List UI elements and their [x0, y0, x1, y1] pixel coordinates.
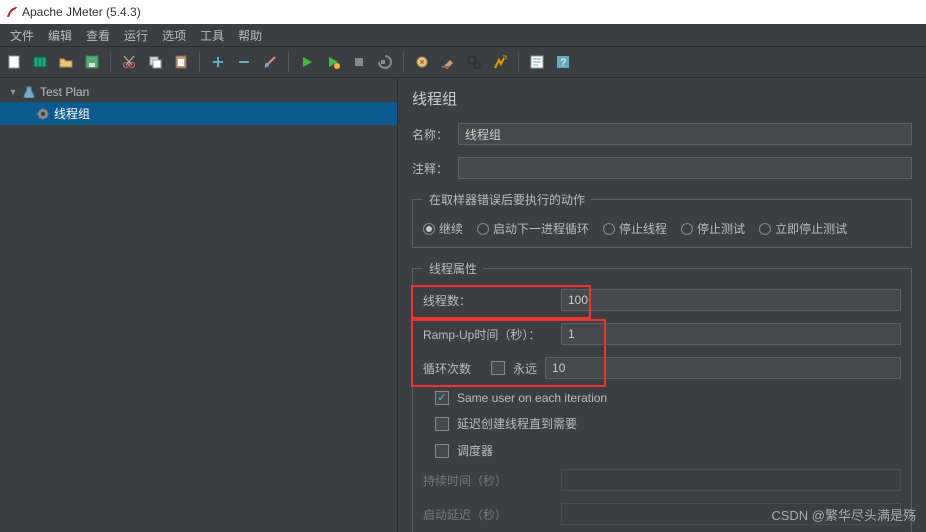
start-icon[interactable]: [297, 52, 317, 72]
tree-root-label: Test Plan: [40, 85, 89, 99]
menu-file[interactable]: 文件: [4, 25, 40, 46]
collapse-icon[interactable]: [234, 52, 254, 72]
loop-label: 循环次数: [423, 360, 483, 377]
menu-view[interactable]: 查看: [80, 25, 116, 46]
threads-label: 线程数：: [423, 292, 553, 309]
error-action-radios: 继续 启动下一进程循环 停止线程 停止测试 立即停止测试: [423, 220, 901, 237]
forever-label: 永远: [513, 360, 537, 377]
help-icon[interactable]: ?: [553, 52, 573, 72]
forever-checkbox[interactable]: [491, 361, 505, 375]
menubar: 文件 编辑 查看 运行 选项 工具 帮助: [0, 24, 926, 46]
separator: [518, 52, 519, 72]
new-icon[interactable]: [4, 52, 24, 72]
templates-icon[interactable]: [30, 52, 50, 72]
thread-group-panel: 线程组 名称： 注释： 在取样器错误后要执行的动作 继续 启动下一进程循环 停止…: [398, 78, 926, 532]
separator: [110, 52, 111, 72]
separator: [403, 52, 404, 72]
window-titlebar: Apache JMeter (5.4.3): [0, 0, 926, 24]
threads-input[interactable]: [561, 289, 901, 311]
toolbar: ?: [0, 46, 926, 78]
radio-stop-now[interactable]: 立即停止测试: [759, 220, 847, 237]
menu-options[interactable]: 选项: [156, 25, 192, 46]
same-user-checkbox[interactable]: [435, 391, 449, 405]
clear-all-icon[interactable]: [438, 52, 458, 72]
comment-label: 注释：: [412, 160, 452, 177]
radio-continue[interactable]: 继续: [423, 220, 463, 237]
thread-props-legend: 线程属性: [423, 260, 483, 277]
radio-start-next[interactable]: 启动下一进程循环: [477, 220, 589, 237]
test-plan-tree: ▾ Test Plan 线程组: [0, 78, 398, 532]
same-user-row: Same user on each iteration: [435, 391, 901, 405]
name-label: 名称：: [412, 126, 452, 143]
name-input[interactable]: [458, 123, 912, 145]
scheduler-row: 调度器: [435, 442, 901, 459]
tree-thread-group[interactable]: 线程组: [0, 102, 397, 125]
comment-input[interactable]: [458, 157, 912, 179]
thread-props-fieldset: 线程属性 线程数： Ramp-Up时间（秒）： 循环次数 永远 Same use…: [412, 260, 912, 532]
error-action-legend: 在取样器错误后要执行的动作: [423, 191, 591, 208]
loop-row: 循环次数 永远: [423, 357, 901, 379]
tree-root[interactable]: ▾ Test Plan: [0, 82, 397, 102]
clear-icon[interactable]: [412, 52, 432, 72]
flask-icon: [22, 85, 36, 99]
separator: [199, 52, 200, 72]
separator: [288, 52, 289, 72]
scheduler-checkbox[interactable]: [435, 444, 449, 458]
tree-thread-group-label: 线程组: [54, 105, 90, 122]
watermark: CSDN @繁华尽头满是殇: [771, 505, 916, 524]
chevron-down-icon[interactable]: ▾: [8, 87, 18, 98]
reset-search-icon[interactable]: [490, 52, 510, 72]
duration-input: [561, 469, 901, 491]
main-area: ▾ Test Plan 线程组 线程组 名称： 注释： 在取样器错误后要执行的动…: [0, 78, 926, 532]
duration-row: 持续时间（秒）: [423, 469, 901, 491]
window-title: Apache JMeter (5.4.3): [22, 5, 141, 19]
scheduler-label: 调度器: [457, 442, 493, 459]
menu-tools[interactable]: 工具: [194, 25, 230, 46]
delay-create-row: 延迟创建线程直到需要: [435, 415, 901, 432]
radio-stop-test[interactable]: 停止测试: [681, 220, 745, 237]
menu-help[interactable]: 帮助: [232, 25, 268, 46]
cut-icon[interactable]: [119, 52, 139, 72]
delay-create-label: 延迟创建线程直到需要: [457, 415, 577, 432]
startup-delay-label: 启动延迟（秒）: [423, 506, 553, 523]
jmeter-icon: [6, 6, 18, 18]
toggle-icon[interactable]: [260, 52, 280, 72]
function-helper-icon[interactable]: [527, 52, 547, 72]
svg-text:?: ?: [560, 57, 566, 69]
stop-icon[interactable]: [349, 52, 369, 72]
menu-run[interactable]: 运行: [118, 25, 154, 46]
menu-edit[interactable]: 编辑: [42, 25, 78, 46]
same-user-label: Same user on each iteration: [457, 391, 607, 405]
expand-icon[interactable]: [208, 52, 228, 72]
radio-stop-thread[interactable]: 停止线程: [603, 220, 667, 237]
search-icon[interactable]: [464, 52, 484, 72]
comment-row: 注释：: [412, 157, 912, 179]
threads-row: 线程数：: [423, 289, 901, 311]
ramp-row: Ramp-Up时间（秒）：: [423, 323, 901, 345]
copy-icon[interactable]: [145, 52, 165, 72]
start-no-timers-icon[interactable]: [323, 52, 343, 72]
save-icon[interactable]: [82, 52, 102, 72]
gear-icon: [36, 107, 50, 121]
duration-label: 持续时间（秒）: [423, 472, 553, 489]
panel-heading: 线程组: [412, 88, 912, 109]
open-icon[interactable]: [56, 52, 76, 72]
delay-create-checkbox[interactable]: [435, 417, 449, 431]
loop-input[interactable]: [545, 357, 901, 379]
error-action-fieldset: 在取样器错误后要执行的动作 继续 启动下一进程循环 停止线程 停止测试 立即停止…: [412, 191, 912, 248]
paste-icon[interactable]: [171, 52, 191, 72]
shutdown-icon[interactable]: [375, 52, 395, 72]
name-row: 名称：: [412, 123, 912, 145]
ramp-input[interactable]: [561, 323, 901, 345]
ramp-label: Ramp-Up时间（秒）：: [423, 326, 553, 343]
